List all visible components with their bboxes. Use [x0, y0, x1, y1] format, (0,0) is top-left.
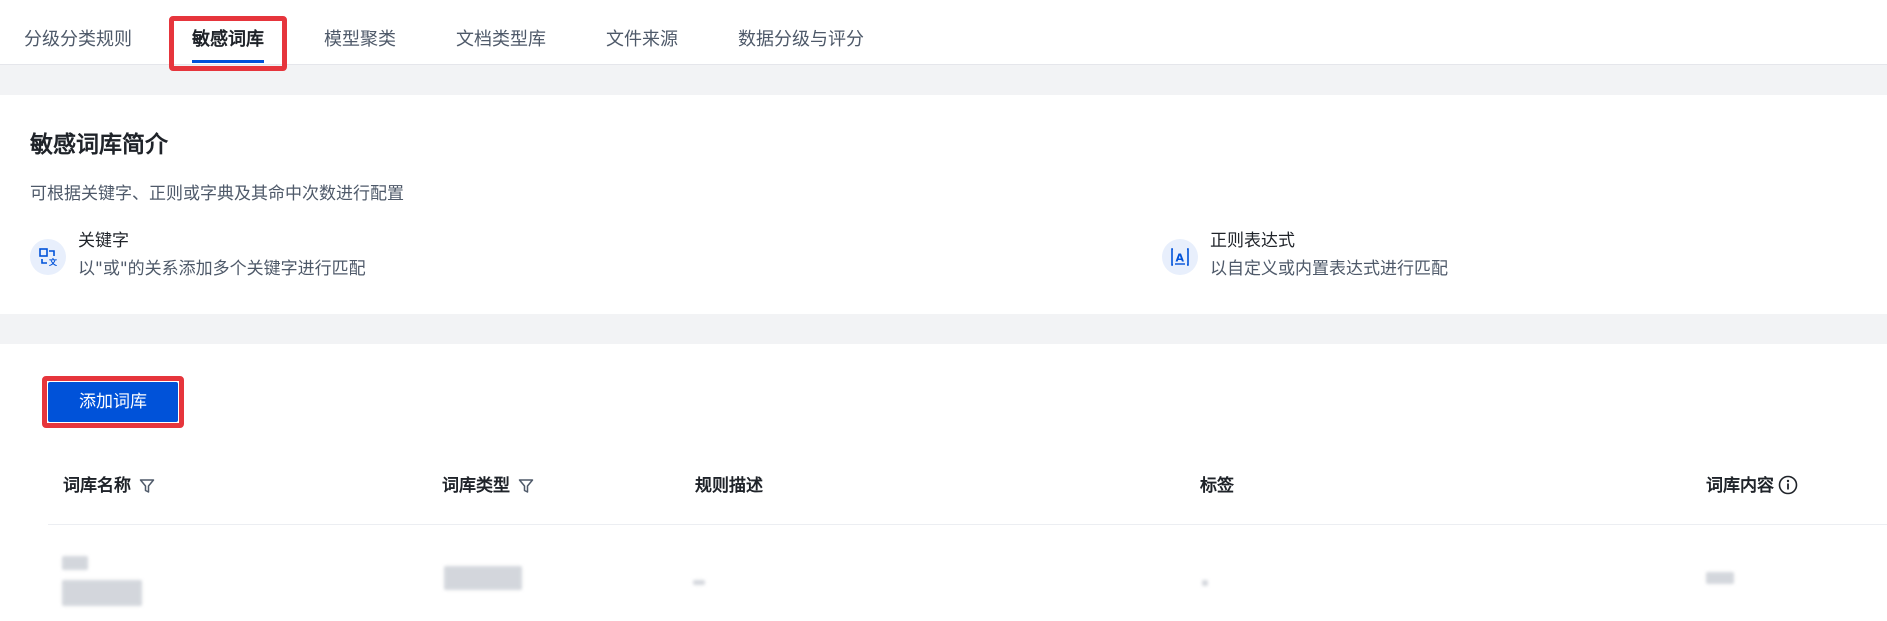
- filter-icon[interactable]: [139, 478, 155, 494]
- column-header-tags: 标签: [1200, 476, 1234, 496]
- tab-bar: 分级分类规则 敏感词库 模型聚类 文档类型库 文件来源 数据分级与评分: [0, 0, 1887, 65]
- lexicon-table-card: [0, 344, 1887, 621]
- keyword-icon: 文: [30, 239, 66, 275]
- tab-classification-rules[interactable]: 分级分类规则: [24, 28, 132, 52]
- svg-text:A: A: [1176, 252, 1185, 265]
- blurred-cell: [444, 566, 522, 590]
- column-header-name-label: 词库名称: [63, 476, 131, 496]
- tab-document-types[interactable]: 文档类型库: [456, 28, 546, 52]
- intro-description: 可根据关键字、正则或字典及其命中次数进行配置: [30, 184, 404, 204]
- column-header-type-label: 词库类型: [442, 476, 510, 496]
- column-header-content: 词库内容: [1706, 474, 1798, 498]
- tab-sensitive-lexicon[interactable]: 敏感词库: [192, 28, 264, 52]
- tab-file-sources[interactable]: 文件来源: [606, 28, 678, 52]
- intro-title: 敏感词库简介: [30, 132, 168, 158]
- info-icon[interactable]: [1778, 475, 1798, 495]
- feature-keyword-description: 以"或"的关系添加多个关键字进行匹配: [78, 259, 366, 279]
- svg-text:文: 文: [49, 257, 58, 267]
- column-header-rule-description: 规则描述: [695, 476, 763, 496]
- column-header-name: 词库名称: [63, 474, 155, 498]
- column-header-content-label: 词库内容: [1706, 476, 1774, 496]
- blurred-cell: [1706, 572, 1734, 584]
- regex-icon: A: [1162, 239, 1198, 275]
- filter-icon[interactable]: [518, 478, 534, 494]
- add-lexicon-button[interactable]: 添加词库: [48, 382, 178, 422]
- blurred-cell: [1202, 580, 1208, 586]
- feature-keyword-name: 关键字: [78, 231, 129, 251]
- column-header-type: 词库类型: [442, 474, 534, 498]
- feature-regex-name: 正则表达式: [1210, 231, 1295, 251]
- tab-data-grading[interactable]: 数据分级与评分: [738, 28, 864, 52]
- blurred-cell: [693, 580, 705, 585]
- feature-regex-description: 以自定义或内置表达式进行匹配: [1210, 259, 1448, 279]
- blurred-cell: [62, 580, 142, 606]
- active-tab-indicator: [192, 60, 264, 63]
- tab-model-clustering[interactable]: 模型聚类: [324, 28, 396, 52]
- table-header-divider: [48, 524, 1887, 525]
- blurred-cell: [62, 556, 88, 570]
